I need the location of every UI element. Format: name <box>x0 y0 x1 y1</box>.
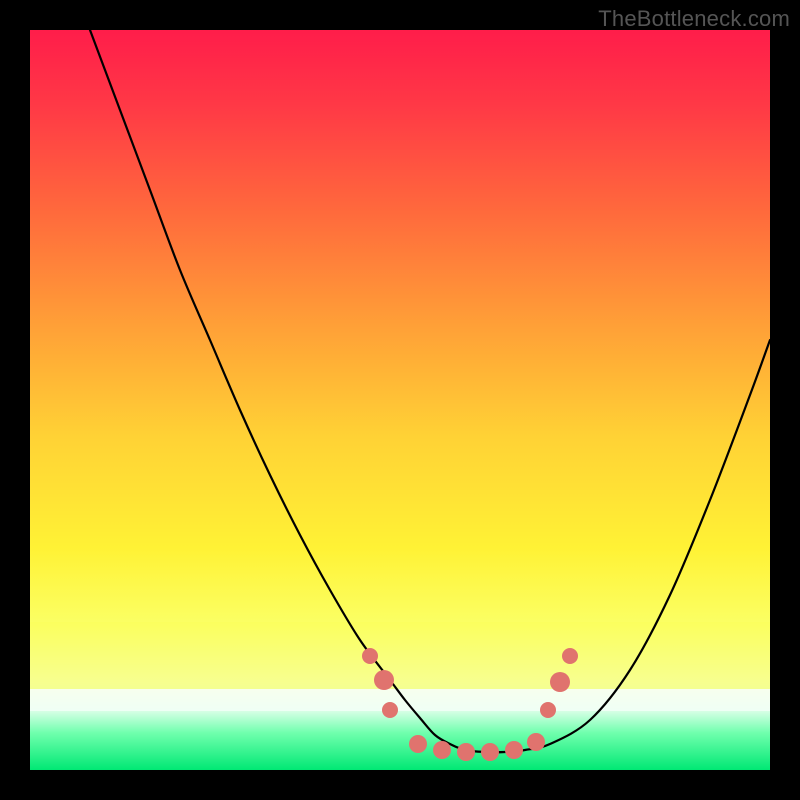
curve-layer <box>30 30 770 770</box>
valley-dot <box>409 735 427 753</box>
valley-dot <box>362 648 378 664</box>
watermark-text: TheBottleneck.com <box>598 6 790 32</box>
valley-dot <box>540 702 556 718</box>
valley-dot <box>374 670 394 690</box>
plot-area <box>30 30 770 770</box>
valley-dot <box>457 743 475 761</box>
valley-dot <box>550 672 570 692</box>
valley-dot <box>481 743 499 761</box>
valley-dots-group <box>362 648 578 761</box>
valley-dot <box>527 733 545 751</box>
valley-dot <box>433 741 451 759</box>
valley-dot <box>505 741 523 759</box>
valley-dot <box>562 648 578 664</box>
bottleneck-curve <box>90 30 770 752</box>
valley-dot <box>382 702 398 718</box>
